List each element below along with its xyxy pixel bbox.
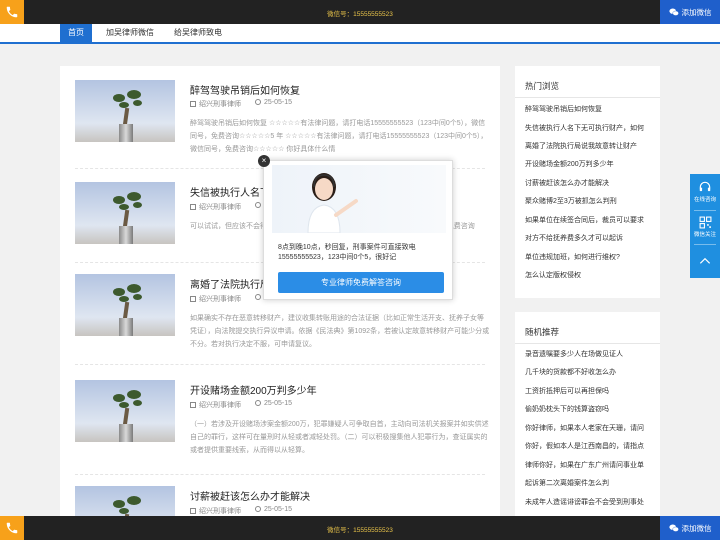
chevron-up-icon	[699, 257, 711, 264]
article-date: 25-05-15	[264, 506, 293, 513]
sidebar-hot-item[interactable]: 如果单位在续签合同后，裁员可以要求	[525, 214, 653, 227]
article-title[interactable]: 讨薪被赶该怎么办才能解决	[190, 488, 310, 503]
bottom-bar: 微信号：15555555523 添加微信	[0, 516, 720, 540]
top-bar: 微信号：15555555523 添加微信	[0, 0, 720, 24]
article-meta: 绍兴刑事律师 25	[190, 202, 272, 212]
sidebar-random-item[interactable]: 律师你好，如果在广东广州请问事业单	[525, 459, 653, 472]
article-thumbnail[interactable]	[75, 182, 175, 244]
nav-add-wechat[interactable]: 加吴律师微信	[98, 24, 162, 42]
nav-home[interactable]: 首页	[60, 24, 92, 42]
article-thumbnail[interactable]	[75, 380, 175, 442]
clock-icon	[255, 202, 261, 208]
sidebar-random-item[interactable]: 录音遗嘱要多少人在场做见证人	[525, 348, 653, 361]
wechat-follow-button[interactable]: 微信关注	[690, 214, 720, 238]
sidebar-hot-item[interactable]: 怎么认定版权侵权	[525, 269, 653, 282]
author-icon	[190, 508, 196, 514]
add-wechat-button[interactable]: 添加微信	[660, 516, 720, 540]
consult-popup: × 8点到晚10点，秒回复，刑事案件可直接致电15555555523，123中间…	[258, 155, 453, 300]
wechat-icon	[668, 8, 679, 16]
article-excerpt: （一）若涉及开设赌场涉案金额200万，犯罪嫌疑人可争取自首，主动向司法机关报案并…	[190, 421, 489, 454]
author-icon	[190, 296, 196, 302]
article-title[interactable]: 醉驾驾驶吊销后如何恢复	[190, 82, 300, 97]
online-consult-button[interactable]: 在线咨询	[690, 178, 720, 203]
sidebar-random-title: 随机推荐	[525, 327, 560, 337]
clock-icon	[255, 400, 261, 406]
article-excerpt: 如果确实不存在恶意转移财产，建议收集转账用途的合法证据（比如正常生活开支、抚养子…	[190, 315, 490, 348]
author-icon	[190, 204, 196, 210]
floating-contact-bar: 在线咨询 微信关注	[690, 174, 720, 278]
article-meta: 绍兴刑事律师 25	[190, 294, 272, 304]
wechat-number: 微信号：15555555523	[327, 527, 393, 534]
article-title[interactable]: 开设赌场金额200万判多少年	[190, 382, 317, 397]
sidebar-hot-item[interactable]: 单位违规加班，如何进行维权?	[525, 251, 653, 264]
clock-icon	[255, 294, 261, 300]
sidebar-random-item[interactable]: 几千块的货款都不好收怎么办	[525, 366, 653, 379]
article-author: 绍兴刑事律师	[199, 508, 241, 515]
divider	[75, 474, 485, 475]
main-nav: 首页 加吴律师微信 给吴律师致电	[0, 24, 720, 44]
wechat-icon	[668, 524, 679, 532]
online-consult-label: 在线咨询	[693, 197, 716, 203]
sidebar-random-item[interactable]: 你好，假如本人是江西南昌的，请指点	[525, 440, 653, 453]
article-author: 绍兴刑事律师	[199, 402, 241, 409]
sidebar-hot-item[interactable]: 失信被执行人名下无可执行财产，如何	[525, 122, 653, 135]
sidebar-hot-item[interactable]: 对方不给抚养费多久才可以起诉	[525, 232, 653, 245]
sidebar-random-item[interactable]: 偷奶奶枕头下的钱算盗窃吗	[525, 403, 653, 416]
divider	[75, 364, 485, 365]
add-wechat-label: 添加微信	[681, 523, 712, 533]
sidebar-hot-item[interactable]: 聚众赌博2至3万被抓怎么判刑	[525, 195, 653, 208]
customer-service-image	[272, 165, 446, 233]
free-consult-button[interactable]: 专业律师免费解答咨询	[278, 272, 444, 293]
nav-call-lawyer[interactable]: 给吴律师致电	[166, 24, 230, 42]
article-meta: 绍兴刑事律师 25-05-15	[190, 99, 292, 109]
sidebar-random-item[interactable]: 未成年人造谣诽谤罪会不会受到刑事处	[525, 496, 653, 509]
sidebar-random-item[interactable]: 工资折抵押后可以再担保吗	[525, 385, 653, 398]
article-author: 绍兴刑事律师	[199, 296, 241, 303]
author-icon	[190, 402, 196, 408]
article-date: 25-05-15	[264, 99, 293, 106]
headset-icon	[699, 181, 711, 192]
article-meta: 绍兴刑事律师 25-05-15	[190, 506, 292, 516]
sidebar-random: 随机推荐 录音遗嘱要多少人在场做见证人 几千块的货款都不好收怎么办 工资折抵押后…	[515, 312, 660, 516]
article-thumbnail[interactable]	[75, 80, 175, 142]
popup-message: 8点到晚10点，秒回复，刑事案件可直接致电15555555523，123中间0个…	[278, 244, 416, 261]
qr-icon	[699, 216, 711, 229]
add-wechat-button[interactable]: 添加微信	[660, 0, 720, 24]
sidebar-hot-item[interactable]: 开设赌场金额200万判多少年	[525, 158, 653, 171]
clock-icon	[255, 99, 261, 105]
wechat-follow-label: 微信关注	[693, 232, 716, 238]
clock-icon	[255, 506, 261, 512]
article-author: 绍兴刑事律师	[199, 101, 241, 108]
sidebar-random-item[interactable]: 你好律师，如果本人老家在天珊，请问	[525, 422, 653, 435]
wechat-number: 微信号：15555555523	[327, 11, 393, 18]
article-date: 25-05-15	[264, 400, 293, 407]
article-excerpt: 醉驾驾驶吊销后如何恢复 ☆☆☆☆☆有法律问题，请打电话15555555523（1…	[190, 120, 488, 153]
article-thumbnail[interactable]	[75, 274, 175, 336]
article-author: 绍兴刑事律师	[199, 204, 241, 211]
article-meta: 绍兴刑事律师 25-05-15	[190, 400, 292, 410]
sidebar-hot-item[interactable]: 离婚了法院执行局说我故意转让财产	[525, 140, 653, 153]
add-wechat-label: 添加微信	[681, 7, 712, 17]
close-icon[interactable]: ×	[258, 155, 270, 167]
author-icon	[190, 101, 196, 107]
customer-service-illustration	[307, 173, 358, 233]
sidebar-hot: 热门浏览 醉驾驾驶吊销后如何恢复 失信被执行人名下无可执行财产，如何 离婚了法院…	[515, 66, 660, 298]
back-to-top-button[interactable]	[690, 252, 720, 270]
sidebar-hot-item[interactable]: 醉驾驾驶吊销后如何恢复	[525, 103, 653, 116]
sidebar-hot-item[interactable]: 讨薪被赶该怎么办才能解决	[525, 177, 653, 190]
sidebar-hot-title: 热门浏览	[525, 81, 560, 91]
sidebar-random-item[interactable]: 起诉第二次离婚案件怎么判	[525, 477, 653, 490]
